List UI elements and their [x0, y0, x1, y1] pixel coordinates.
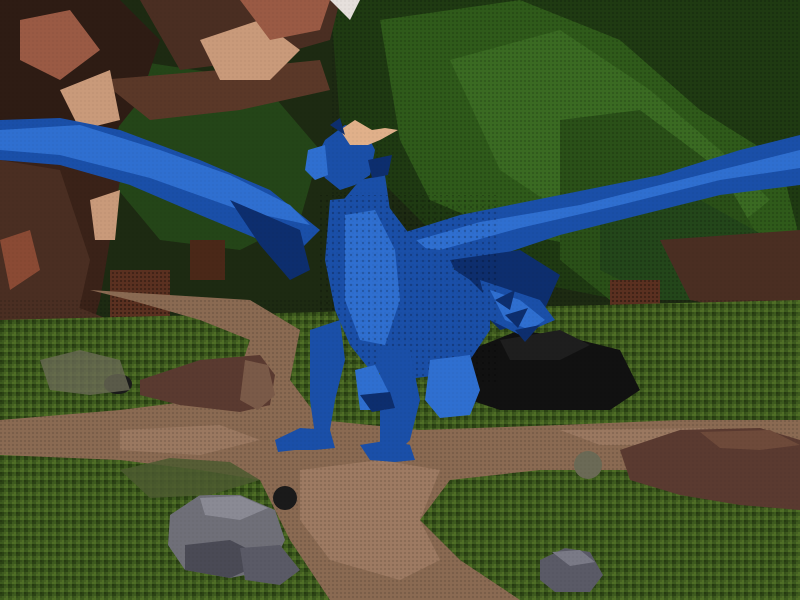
game-viewport[interactable]: [0, 0, 800, 600]
forest-scene: [0, 0, 800, 600]
dither-overlay: [0, 0, 800, 600]
